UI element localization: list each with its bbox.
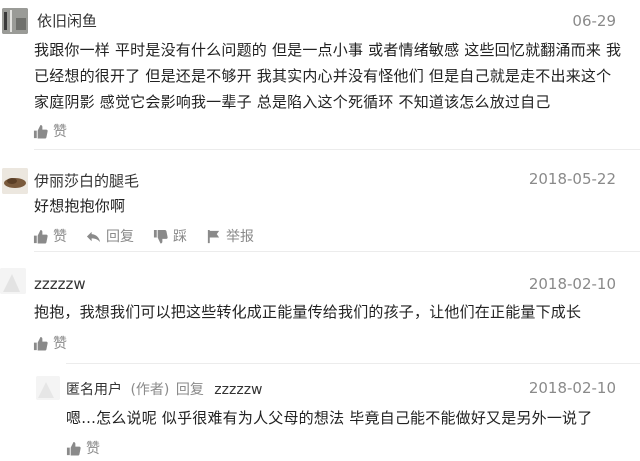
comment-item: 伊丽莎白的腿毛 2018-05-22 好想抱抱你啊 赞 回复 踩 举报 — [0, 150, 640, 252]
comment-actions: 赞 — [33, 121, 86, 141]
comment-author[interactable]: zzzzzw — [34, 275, 86, 293]
comment-author[interactable]: 依旧闲鱼 — [37, 10, 97, 31]
reply-label: 回复 — [106, 229, 134, 245]
thumbs-up-icon — [33, 229, 48, 244]
thumbs-up-icon — [66, 441, 81, 456]
report-label: 举报 — [226, 229, 254, 245]
reply-date: 2018-02-10 — [528, 379, 616, 397]
avatar[interactable] — [0, 268, 26, 294]
like-button[interactable]: 赞 — [33, 333, 67, 353]
comment-author[interactable]: 伊丽莎白的腿毛 — [34, 170, 139, 191]
divider — [66, 363, 640, 364]
reply-header: 匿名用户 (作者) 回复 zzzzzw — [66, 379, 263, 399]
comment-actions: 赞 — [33, 333, 86, 353]
thumbs-up-icon — [33, 124, 48, 139]
like-label: 赞 — [53, 229, 67, 245]
comment-text: 好想抱抱你啊 — [34, 197, 126, 215]
comment-text: 抱抱，我想我们可以把这些转化成正能量传给我们的孩子，让他们在正能量下成长 — [34, 303, 582, 321]
comment-date: 2018-02-10 — [528, 275, 616, 293]
like-button[interactable]: 赞 — [33, 226, 67, 246]
like-label: 赞 — [53, 124, 67, 140]
reply-to-user[interactable]: zzzzzw — [214, 382, 262, 398]
dislike-label: 踩 — [173, 229, 187, 245]
reply-arrow-icon — [86, 231, 101, 242]
reply-item: 匿名用户 (作者) 回复 zzzzzw 2018-02-10 嗯...怎么说呢 … — [0, 362, 640, 461]
report-button[interactable]: 举报 — [206, 226, 254, 246]
avatar[interactable] — [36, 376, 60, 400]
like-button[interactable]: 赞 — [33, 121, 67, 141]
reply-author[interactable]: 匿名用户 — [66, 382, 122, 398]
reply-text: 嗯...怎么说呢 似乎很难有为人父母的想法 毕竟自己能不能做好又是另外一说了 — [66, 409, 593, 427]
comment-date: 06-29 — [572, 12, 616, 30]
avatar[interactable] — [2, 8, 28, 34]
comment-text: 我跟你一样 平时是没有什么问题的 但是一点小事 或者情绪敏感 这些回忆就翻涌而来… — [34, 41, 622, 111]
reply-button[interactable]: 回复 — [86, 226, 134, 246]
thumbs-down-icon — [153, 229, 168, 244]
avatar[interactable] — [2, 168, 28, 194]
thumbs-up-icon — [33, 336, 48, 351]
like-label: 赞 — [86, 441, 100, 457]
dislike-button[interactable]: 踩 — [153, 226, 187, 246]
like-label: 赞 — [53, 336, 67, 352]
reply-actions: 赞 — [66, 438, 119, 458]
like-button[interactable]: 赞 — [66, 438, 100, 458]
comment-actions: 赞 回复 踩 举报 — [33, 226, 273, 246]
comment-item: 依旧闲鱼 06-29 我跟你一样 平时是没有什么问题的 但是一点小事 或者情绪敏… — [0, 0, 640, 150]
author-tag: (作者) — [130, 382, 170, 398]
reply-word: 回复 — [175, 382, 204, 398]
flag-icon — [207, 229, 220, 243]
comment-date: 2018-05-22 — [528, 170, 616, 188]
comment-item: zzzzzw 2018-02-10 抱抱，我想我们可以把这些转化成正能量传给我们… — [0, 252, 640, 362]
